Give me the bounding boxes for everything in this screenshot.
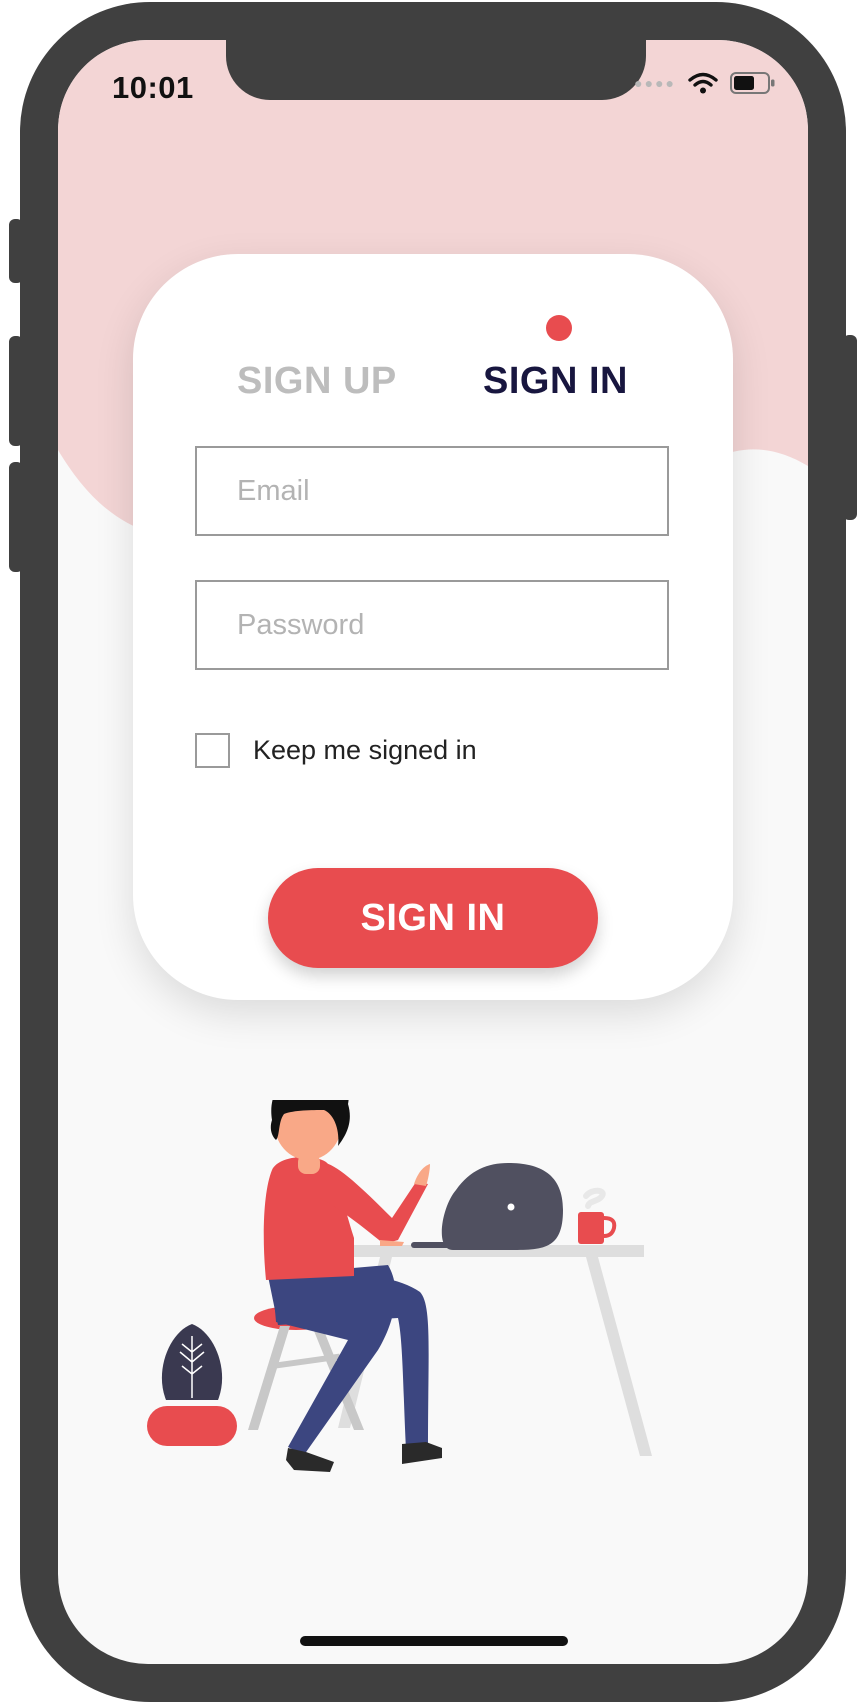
active-tab-indicator	[546, 315, 572, 341]
volume-up-button	[9, 336, 23, 446]
status-icons: ●●●●	[634, 72, 776, 94]
plant-pot	[147, 1406, 237, 1446]
app-screen: 10:01 ●●●● SIGN UP SIGN IN Keep me signe…	[58, 40, 808, 1664]
mug	[578, 1212, 604, 1244]
person-at-desk-illustration	[147, 1100, 652, 1472]
home-indicator[interactable]	[300, 1636, 568, 1646]
mug-steam	[583, 1187, 606, 1209]
wifi-icon	[688, 72, 718, 94]
tab-sign-up[interactable]: SIGN UP	[237, 360, 397, 403]
battery-icon	[730, 72, 775, 94]
password-input[interactable]	[195, 580, 669, 670]
laptop-logo	[507, 1203, 515, 1211]
volume-down-button	[9, 462, 23, 572]
keep-signed-in-checkbox[interactable]	[195, 733, 230, 768]
stool-leg-left	[248, 1326, 290, 1430]
silent-switch	[9, 219, 23, 283]
sign-in-button[interactable]: SIGN IN	[268, 868, 598, 968]
device-notch	[226, 40, 646, 100]
keep-signed-in-row[interactable]: Keep me signed in	[195, 733, 477, 768]
laptop-screen	[441, 1163, 563, 1250]
status-time: 10:01	[112, 70, 194, 105]
front-shoe	[402, 1442, 442, 1464]
signal-dots-icon: ●●●●	[634, 75, 676, 91]
tab-sign-in[interactable]: SIGN IN	[483, 360, 628, 403]
desk-leg-right	[586, 1257, 652, 1456]
mug-handle	[603, 1216, 617, 1238]
keep-signed-in-label: Keep me signed in	[253, 735, 477, 765]
power-button	[843, 335, 857, 520]
laptop-base	[411, 1242, 463, 1248]
auth-card: SIGN UP SIGN IN Keep me signed in SIGN I…	[133, 254, 733, 1000]
hand	[414, 1164, 430, 1186]
back-shoe	[286, 1448, 334, 1472]
email-input[interactable]	[195, 446, 669, 536]
